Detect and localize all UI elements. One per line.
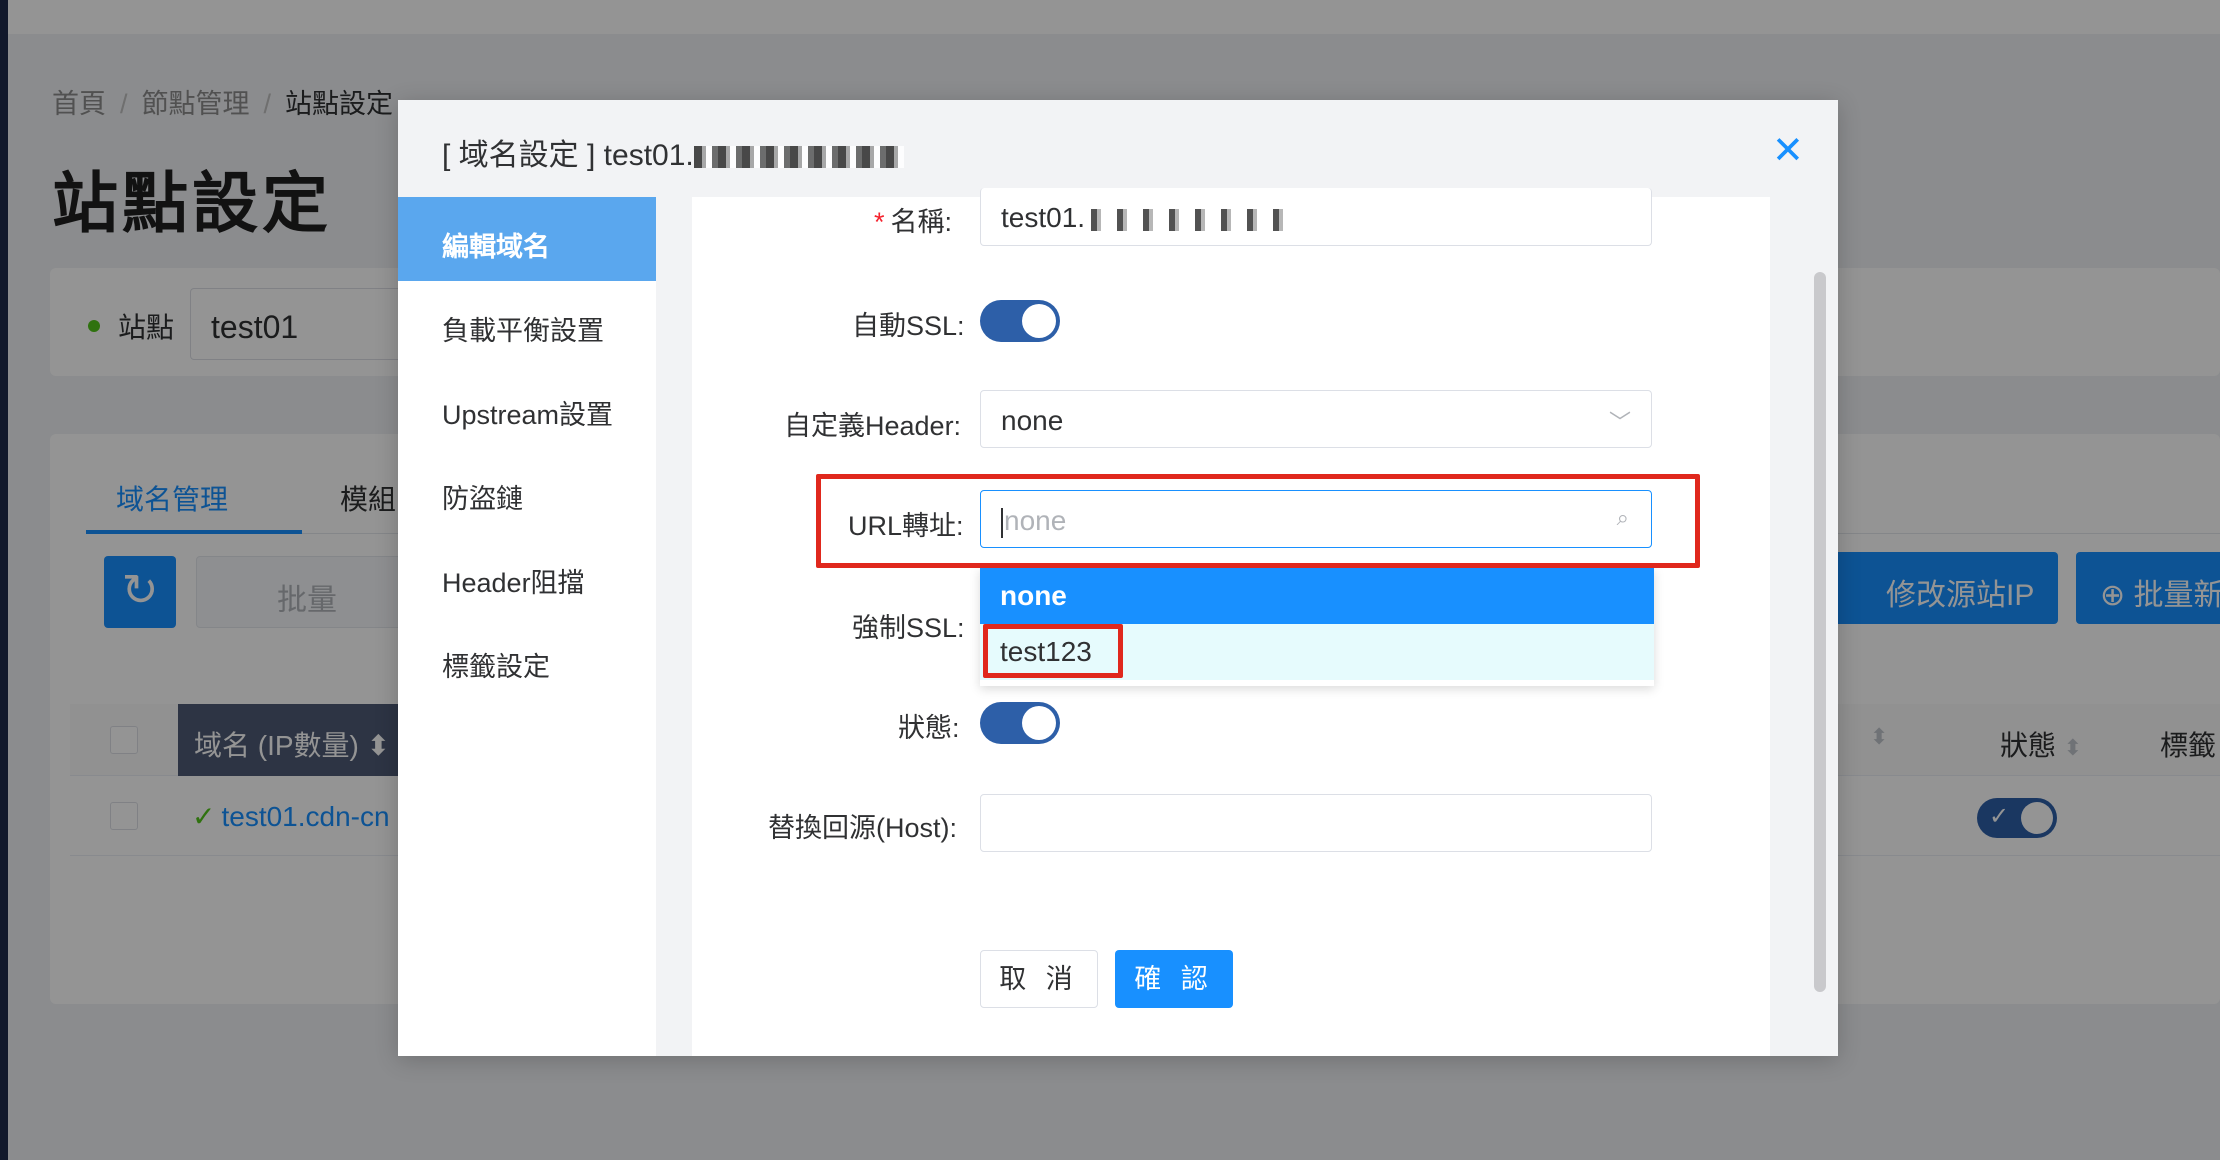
custom-header-label: 自定義Header: [784, 411, 962, 441]
name-field[interactable]: test01. [980, 188, 1652, 246]
dropdown-option-none[interactable]: none [980, 568, 1654, 624]
nav-edit-domain[interactable]: 編輯域名 [398, 197, 656, 281]
nav-hotlink-protection[interactable]: 防盜鏈 [398, 449, 656, 533]
chevron-down-icon: ﹀ [1608, 410, 1631, 435]
redacted-text [693, 146, 904, 169]
redacted-text [1085, 208, 1286, 231]
name-label-text: 名稱: [890, 207, 953, 237]
custom-header-value: none [1001, 405, 1064, 436]
required-marker: * [874, 207, 885, 237]
cancel-button[interactable]: 取 消 [980, 950, 1098, 1008]
name-value: test01. [1001, 202, 1086, 233]
host-label: 替換回源(Host): [768, 813, 957, 843]
highlight-box-test123 [983, 624, 1123, 678]
status-label: 狀態: [898, 713, 960, 743]
custom-header-select[interactable]: none ﹀ [980, 390, 1652, 448]
highlight-box-url-redirect [816, 474, 1700, 568]
name-label: * 名稱: [874, 200, 952, 239]
modal-title-text: [ 域名設定 ] test01. [442, 139, 694, 172]
modal-title: [ 域名設定 ] test01. [442, 130, 904, 174]
close-icon[interactable]: ✕ [1772, 128, 1804, 173]
toggle-knob [1022, 706, 1056, 740]
toggle-knob [1022, 304, 1056, 338]
nav-load-balance[interactable]: 負載平衡設置 [398, 281, 656, 365]
status-toggle[interactable] [980, 702, 1060, 744]
nav-tag-settings[interactable]: 標籤設定 [398, 617, 656, 701]
scrollbar[interactable] [1814, 272, 1826, 992]
auto-ssl-toggle[interactable] [980, 300, 1060, 342]
confirm-button[interactable]: 確 認 [1115, 950, 1233, 1008]
modal-header: [ 域名設定 ] test01. ✕ [398, 100, 1838, 197]
host-field[interactable] [980, 794, 1652, 852]
nav-upstream[interactable]: Upstream設置 [398, 365, 656, 449]
modal-nav: 編輯域名 負載平衡設置 Upstream設置 防盜鏈 Header阻擋 標籤設定 [398, 197, 656, 1056]
force-ssl-label: 強制SSL: [852, 613, 965, 643]
auto-ssl-label: 自動SSL: [852, 311, 965, 341]
nav-header-block[interactable]: Header阻擋 [398, 533, 656, 617]
